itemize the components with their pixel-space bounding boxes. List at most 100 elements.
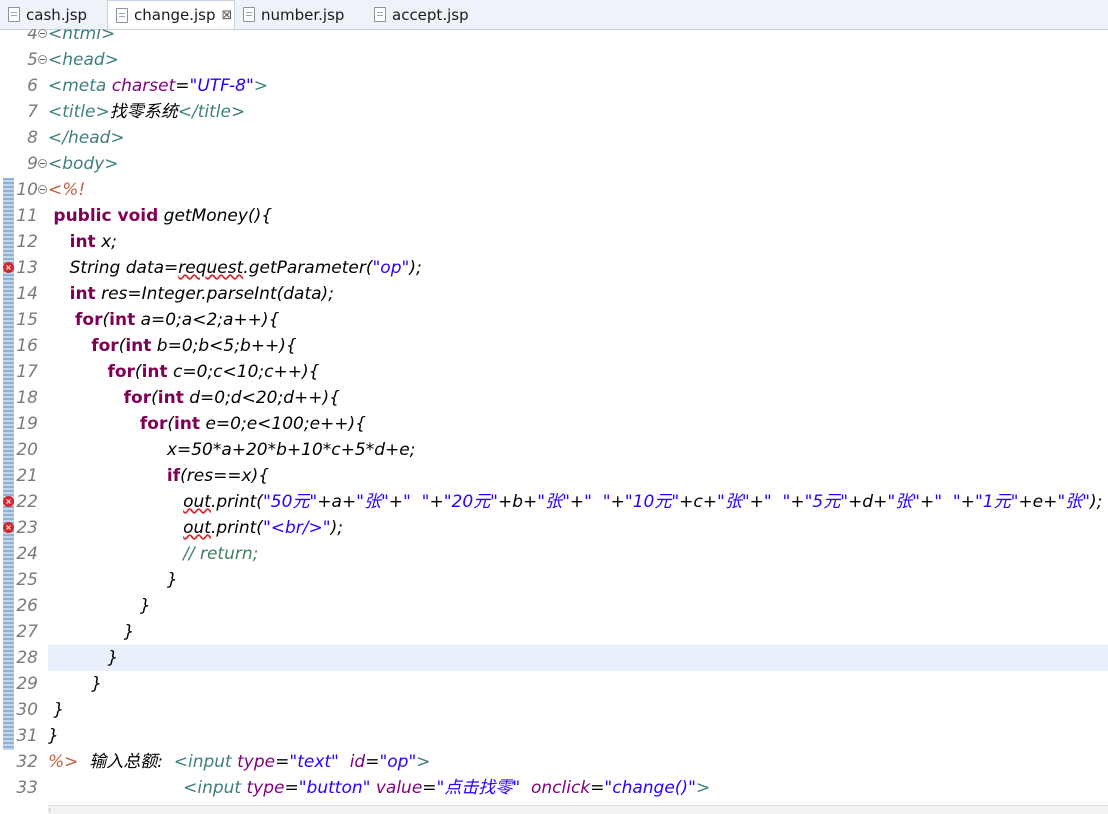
- code-token: );: [330, 518, 343, 538]
- code-line[interactable]: 9 <body>: [0, 151, 1108, 177]
- fold-toggle-icon[interactable]: [38, 185, 47, 194]
- code-token: "点击找零": [436, 778, 521, 798]
- code-text[interactable]: <title>找零系统</title>: [48, 99, 1108, 125]
- code-text[interactable]: %> 输入总额: <input type="text" id="op">: [48, 749, 1108, 775]
- code-line[interactable]: 33 <input type="button" value="点击找零" onc…: [0, 775, 1108, 801]
- code-text[interactable]: int res=Integer.parseInt(data);: [48, 281, 1108, 307]
- code-line[interactable]: 12 int x;: [0, 229, 1108, 255]
- code-text[interactable]: for(int b=0;b<5;b++){: [48, 333, 1108, 359]
- tab-cash-jsp[interactable]: cash.jsp: [0, 1, 108, 28]
- code-token: "50元": [262, 492, 318, 512]
- code-line[interactable]: 26 }: [0, 593, 1108, 619]
- error-marker-icon[interactable]: ×: [3, 262, 14, 273]
- code-text[interactable]: int x;: [48, 229, 1108, 255]
- code-line[interactable]: 14 int res=Integer.parseInt(data);: [0, 281, 1108, 307]
- line-number: 8: [27, 128, 38, 148]
- code-line[interactable]: 17 for(int c=0;c<10;c++){: [0, 359, 1108, 385]
- horizontal-scrollbar[interactable]: ‹: [48, 805, 1108, 814]
- code-line[interactable]: 6 <meta charset="UTF-8">: [0, 73, 1108, 99]
- code-token: "张": [717, 492, 750, 512]
- code-text[interactable]: String data=request.getParameter("op");: [48, 255, 1108, 281]
- code-text[interactable]: out.print("50元"+a+"张"+" "+"20元"+b+"张"+" …: [48, 489, 1108, 515]
- code-line[interactable]: 8 </head>: [0, 125, 1108, 151]
- code-line[interactable]: 13 × String data=request.getParameter("op…: [0, 255, 1108, 281]
- fold-toggle-icon[interactable]: [38, 159, 47, 168]
- code-token: int: [141, 362, 168, 382]
- code-line[interactable]: 30 }: [0, 697, 1108, 723]
- code-text[interactable]: public void getMoney(){: [48, 203, 1108, 229]
- code-token: for: [107, 362, 135, 382]
- code-line[interactable]: 18 for(int d=0;d<20;d++){: [0, 385, 1108, 411]
- code-text[interactable]: }: [48, 697, 1108, 723]
- code-text[interactable]: <input type="button" value="点击找零" onclic…: [48, 775, 1108, 801]
- code-line[interactable]: 23 × out.print("<br/>");: [0, 515, 1108, 541]
- code-line[interactable]: 32 %> 输入总额: <input type="text" id="op">: [0, 749, 1108, 775]
- code-text[interactable]: }: [48, 671, 1108, 697]
- fold-toggle-icon[interactable]: [38, 29, 47, 38]
- code-text[interactable]: for(int e=0;e<100;e++){: [48, 411, 1108, 437]
- code-editor[interactable]: ‹ 4 <html> 5 <head> 6 <meta charset="UTF-8"> 7…: [0, 29, 1108, 814]
- editor-tab-bar: cash.jsp change.jsp ⊠ number.jsp accept.…: [0, 0, 1108, 30]
- code-token: (: [167, 414, 174, 434]
- code-token: %>: [48, 752, 79, 772]
- code-text[interactable]: out.print("<br/>");: [48, 515, 1108, 541]
- code-text[interactable]: }: [48, 567, 1108, 593]
- code-token: >: [253, 76, 269, 96]
- code-text[interactable]: for(int c=0;c<10;c++){: [48, 359, 1108, 385]
- code-text[interactable]: }: [48, 645, 1108, 671]
- code-line[interactable]: 21 if(res==x){: [0, 463, 1108, 489]
- line-number: 16: [16, 336, 38, 356]
- code-text[interactable]: if(res==x){: [48, 463, 1108, 489]
- code-text[interactable]: // return;: [48, 541, 1108, 567]
- tab-change-jsp[interactable]: change.jsp ⊠: [107, 0, 235, 29]
- close-tab-icon[interactable]: ⊠: [221, 8, 232, 23]
- code-text[interactable]: x=50*a+20*b+10*c+5*d+e;: [48, 437, 1108, 463]
- code-token: int: [109, 310, 136, 330]
- code-line[interactable]: 22 × out.print("50元"+a+"张"+" "+"20元"+b+"张…: [0, 489, 1108, 515]
- code-token: "op": [372, 258, 410, 278]
- code-line[interactable]: 29 }: [0, 671, 1108, 697]
- code-token: d=0;d<20;d++){: [183, 388, 340, 408]
- code-text[interactable]: </head>: [48, 125, 1108, 151]
- code-line[interactable]: 7 <title>找零系统</title>: [0, 99, 1108, 125]
- code-text[interactable]: <head>: [48, 47, 1108, 73]
- line-number: 20: [16, 440, 38, 460]
- code-line[interactable]: 16 for(int b=0;b<5;b++){: [0, 333, 1108, 359]
- code-text[interactable]: }: [48, 593, 1108, 619]
- code-line[interactable]: 25 }: [0, 567, 1108, 593]
- error-marker-icon[interactable]: ×: [3, 522, 14, 533]
- code-text[interactable]: <meta charset="UTF-8">: [48, 73, 1108, 99]
- code-line[interactable]: 19 for(int e=0;e<100;e++){: [0, 411, 1108, 437]
- code-text[interactable]: }: [48, 619, 1108, 645]
- code-token: +: [610, 492, 625, 512]
- tab-number-jsp[interactable]: number.jsp: [235, 1, 366, 28]
- code-text[interactable]: }: [48, 723, 1108, 749]
- code-line[interactable]: 31}: [0, 723, 1108, 749]
- code-token: for: [91, 336, 119, 356]
- code-token: =: [284, 778, 299, 798]
- code-text[interactable]: <html>: [48, 29, 1108, 47]
- code-token: >: [695, 778, 711, 798]
- code-line[interactable]: 5 <head>: [0, 47, 1108, 73]
- code-line[interactable]: 20 x=50*a+20*b+10*c+5*d+e;: [0, 437, 1108, 463]
- code-text[interactable]: for(int d=0;d<20;d++){: [48, 385, 1108, 411]
- error-marker-icon[interactable]: ×: [3, 496, 14, 507]
- code-line[interactable]: 11 public void getMoney(){: [0, 203, 1108, 229]
- code-line[interactable]: 27 }: [0, 619, 1108, 645]
- tab-accept-jsp[interactable]: accept.jsp: [366, 1, 496, 28]
- code-line[interactable]: 4 <html>: [0, 29, 1108, 47]
- code-token: .getParameter(: [243, 258, 373, 278]
- code-line[interactable]: 28 }: [0, 645, 1108, 671]
- code-text[interactable]: <%!: [48, 177, 1108, 203]
- code-line[interactable]: 10 <%!: [0, 177, 1108, 203]
- code-text[interactable]: for(int a=0;a<2;a++){: [48, 307, 1108, 333]
- fold-toggle-icon[interactable]: [38, 55, 47, 64]
- code-line[interactable]: 24 // return;: [0, 541, 1108, 567]
- code-text[interactable]: <body>: [48, 151, 1108, 177]
- code-token: }: [48, 596, 151, 616]
- code-line[interactable]: 15 for(int a=0;a<2;a++){: [0, 307, 1108, 333]
